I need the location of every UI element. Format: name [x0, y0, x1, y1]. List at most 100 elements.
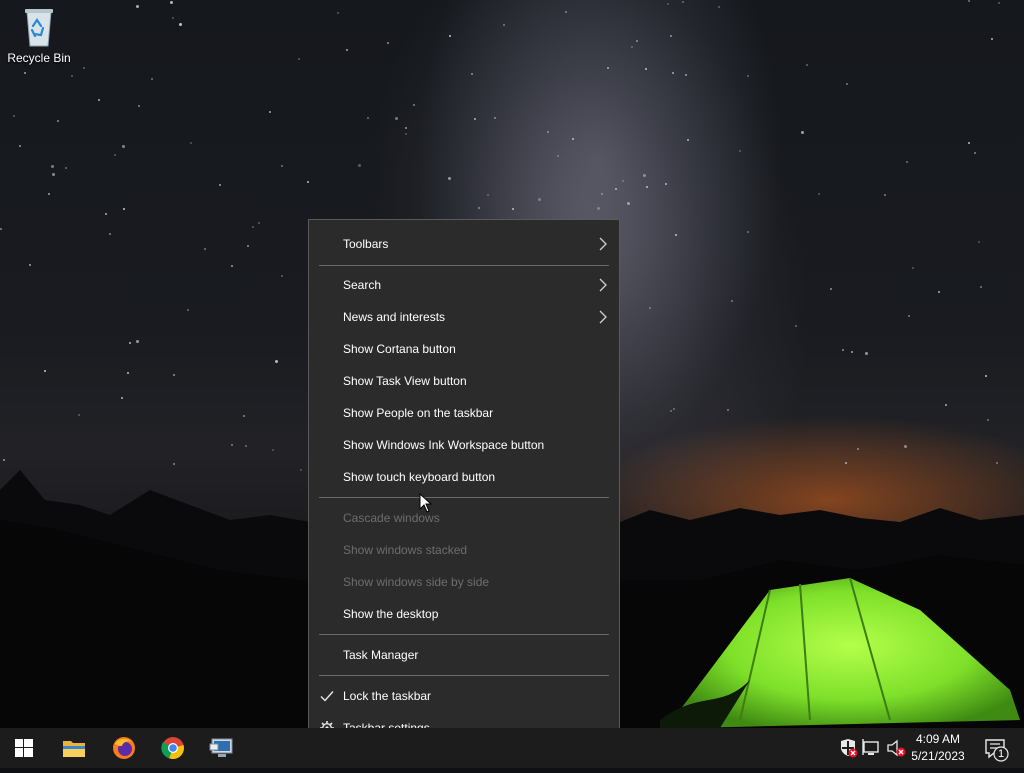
- star: [643, 174, 646, 177]
- star: [682, 1, 684, 3]
- star: [670, 35, 672, 37]
- star: [727, 409, 729, 411]
- star: [172, 17, 174, 19]
- chevron-right-icon: [599, 278, 607, 292]
- star: [179, 23, 182, 26]
- network-app-button[interactable]: [198, 728, 246, 768]
- menu-item-show-cortana-button[interactable]: Show Cortana button: [309, 334, 619, 364]
- star: [627, 202, 630, 205]
- star: [387, 42, 389, 44]
- star: [601, 193, 603, 195]
- star: [968, 0, 970, 2]
- menu-item-show-touch-keyboard[interactable]: Show touch keyboard button: [309, 462, 619, 492]
- star: [258, 222, 260, 224]
- menu-separator: [319, 497, 609, 498]
- menu-item-label: Task Manager: [343, 648, 419, 662]
- chevron-right-icon: [599, 310, 607, 324]
- star: [243, 415, 245, 417]
- star: [413, 104, 415, 106]
- menu-item-label: Lock the taskbar: [343, 689, 432, 703]
- star: [307, 181, 309, 183]
- menu-item-show-windows-side-by-side: Show windows side by side: [309, 567, 619, 597]
- star: [48, 193, 50, 195]
- network-icon[interactable]: [862, 738, 882, 758]
- menu-item-label: Toolbars: [343, 237, 389, 251]
- star: [65, 167, 67, 169]
- star: [980, 286, 982, 288]
- menu-item-label: News and interests: [343, 310, 446, 324]
- star: [830, 288, 832, 290]
- recycle-bin-label: Recycle Bin: [7, 51, 71, 65]
- star: [672, 72, 674, 74]
- star: [478, 207, 480, 209]
- star: [494, 117, 496, 119]
- taskbar[interactable]: 4:09 AM 5/21/2023 1: [0, 728, 1024, 768]
- action-center-button[interactable]: 1: [976, 728, 1016, 768]
- menu-item-cascade-windows: Cascade windows: [309, 503, 619, 533]
- star: [136, 5, 139, 8]
- star: [670, 410, 672, 412]
- star: [170, 1, 173, 4]
- taskbar-clock[interactable]: 4:09 AM 5/21/2023: [906, 731, 970, 765]
- menu-item-show-people[interactable]: Show People on the taskbar: [309, 398, 619, 428]
- star: [272, 449, 274, 451]
- notification-count-badge: 1: [997, 748, 1005, 760]
- star: [851, 351, 853, 353]
- clock-date: 5/21/2023: [911, 749, 965, 763]
- volume-muted-icon[interactable]: [886, 738, 906, 758]
- star: [739, 150, 741, 152]
- star: [269, 111, 271, 113]
- menu-item-search[interactable]: Search: [309, 270, 619, 300]
- star: [846, 83, 848, 85]
- chrome-button[interactable]: [149, 728, 197, 768]
- menu-item-task-manager[interactable]: Task Manager: [309, 640, 619, 670]
- star: [474, 118, 476, 120]
- network-app-icon: [209, 738, 233, 757]
- chrome-icon: [161, 737, 184, 760]
- star: [367, 117, 369, 119]
- star: [449, 35, 451, 37]
- star: [503, 24, 505, 26]
- star: [231, 444, 233, 446]
- menu-item-label: Search: [343, 278, 382, 292]
- star: [806, 64, 808, 66]
- security-warning-icon[interactable]: [838, 738, 858, 758]
- star: [718, 6, 720, 8]
- star: [687, 139, 689, 141]
- file-explorer-button[interactable]: [50, 728, 98, 768]
- menu-separator: [319, 634, 609, 635]
- star: [685, 74, 687, 76]
- firefox-button[interactable]: [100, 728, 148, 768]
- star: [547, 131, 549, 133]
- star: [538, 198, 541, 201]
- star: [906, 161, 908, 163]
- star: [57, 120, 59, 122]
- star: [247, 245, 249, 247]
- star: [646, 186, 648, 188]
- file-explorer-icon: [63, 741, 85, 757]
- star: [512, 208, 514, 210]
- star: [636, 40, 638, 42]
- menu-item-show-windows-ink[interactable]: Show Windows Ink Workspace button: [309, 430, 619, 460]
- menu-item-show-the-desktop[interactable]: Show the desktop: [309, 599, 619, 629]
- star: [44, 370, 46, 372]
- star: [945, 404, 947, 406]
- menu-separator: [319, 265, 609, 266]
- star: [597, 207, 600, 210]
- firefox-icon: [113, 737, 135, 759]
- menu-item-label: Show Windows Ink Workspace button: [343, 438, 545, 452]
- star: [29, 264, 31, 266]
- star: [187, 309, 189, 311]
- start-button[interactable]: [0, 728, 48, 768]
- menu-item-news-and-interests[interactable]: News and interests: [309, 302, 619, 332]
- menu-item-show-task-view-button[interactable]: Show Task View button: [309, 366, 619, 396]
- menu-item-label: Show Cortana button: [343, 342, 456, 356]
- star: [565, 11, 567, 13]
- menu-item-lock-the-taskbar[interactable]: Lock the taskbar: [309, 681, 619, 711]
- star: [298, 58, 300, 60]
- star: [675, 234, 677, 236]
- tent-illustration: [660, 577, 1020, 728]
- menu-item-toolbars[interactable]: Toolbars: [309, 229, 619, 259]
- recycle-bin-shortcut[interactable]: Recycle Bin: [4, 6, 74, 76]
- menu-item-label: Show the desktop: [343, 607, 439, 621]
